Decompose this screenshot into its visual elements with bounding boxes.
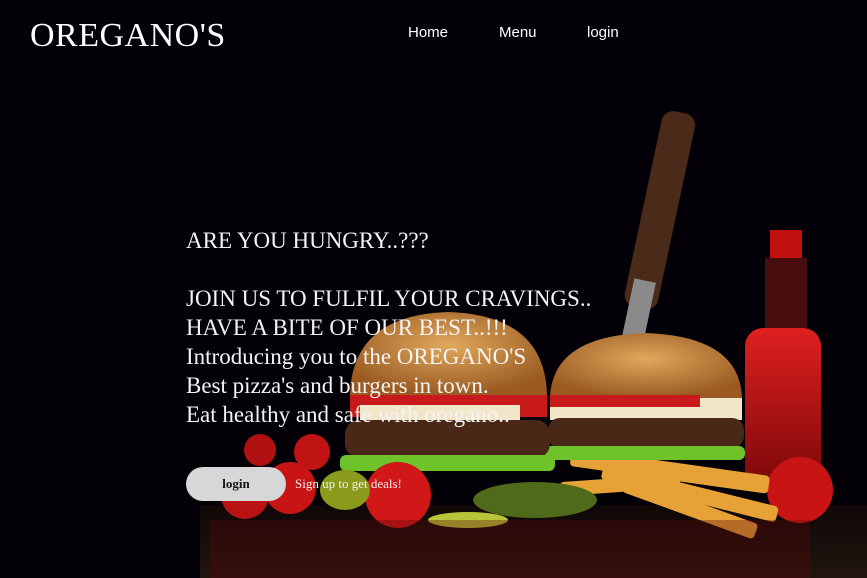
brand-logo[interactable]: OREGANO'S — [30, 17, 226, 55]
site-header: OREGANO'S Home Menu login — [0, 0, 867, 70]
nav-home-link[interactable]: Home — [408, 24, 448, 41]
hero-text: ARE YOU HUNGRY..??? JOIN US TO FULFIL YO… — [186, 226, 706, 429]
hero-line: JOIN US TO FULFIL YOUR CRAVINGS.. — [186, 286, 592, 311]
login-button[interactable]: login — [186, 467, 286, 501]
hero-headline: ARE YOU HUNGRY..??? — [186, 228, 429, 253]
hero-line: Introducing you to the OREGANO'S — [186, 344, 527, 369]
hero-line: HAVE A BITE OF OUR BEST..!!! — [186, 315, 508, 340]
cta-group: login Sign up to get deals! — [186, 467, 402, 501]
hero-line: Eat healthy and safe with oregano.. — [186, 402, 510, 427]
hero-line: Best pizza's and burgers in town. — [186, 373, 489, 398]
signup-link[interactable]: Sign up to get deals! — [295, 476, 402, 492]
nav-login-link[interactable]: login — [587, 24, 619, 41]
nav-menu-link[interactable]: Menu — [499, 24, 537, 41]
